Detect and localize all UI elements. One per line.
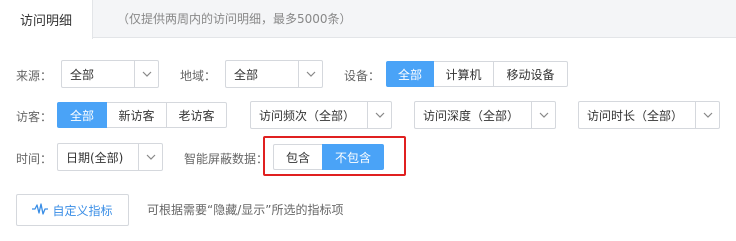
device-button-group: 全部 计算机 移动设备: [386, 61, 568, 87]
visitor-button-group: 全部 新访客 老访客: [57, 102, 227, 128]
device-label: 设备：: [344, 69, 381, 83]
chevron-down-icon: [531, 102, 555, 128]
device-computer-button[interactable]: 计算机: [433, 61, 494, 87]
time-select[interactable]: 日期(全部): [57, 143, 163, 171]
chevron-down-icon: [695, 102, 719, 128]
depth-select-value: 访问深度（全部）: [423, 108, 520, 123]
chevron-down-icon: [298, 61, 322, 87]
shield-exclude-button[interactable]: 不包含: [322, 144, 384, 170]
time-label: 时间：: [16, 152, 53, 166]
tab-visit-details[interactable]: 访问明细: [0, 0, 93, 39]
time-select-value: 日期(全部): [66, 150, 124, 165]
waveform-icon: [32, 202, 49, 218]
region-label: 地域：: [180, 69, 217, 83]
source-select[interactable]: 全部: [61, 60, 159, 88]
source-label: 来源：: [16, 69, 53, 83]
device-all-button[interactable]: 全部: [386, 61, 434, 87]
chevron-down-icon: [134, 61, 158, 87]
region-select-value: 全部: [234, 67, 259, 82]
frequency-select[interactable]: 访问频次（全部）: [250, 101, 392, 129]
frequency-select-value: 访问频次（全部）: [259, 108, 356, 123]
chevron-down-icon: [138, 144, 162, 170]
visitor-label: 访客：: [16, 110, 53, 124]
custom-metrics-button[interactable]: 自定义指标: [16, 194, 129, 226]
shield-label: 智能屏蔽数据：: [184, 152, 269, 166]
tab-label: 访问明细: [19, 14, 72, 29]
custom-metrics-label: 自定义指标: [52, 203, 113, 218]
duration-select[interactable]: 访问时长（全部）: [578, 101, 720, 129]
chevron-down-icon: [367, 102, 391, 128]
region-select[interactable]: 全部: [225, 60, 323, 88]
header-bar: 访问明细 （仅提供两周内的访问明细，最多5000条）: [0, 0, 736, 39]
duration-select-value: 访问时长（全部）: [587, 108, 684, 123]
visitor-all-button[interactable]: 全部: [57, 102, 107, 128]
depth-select[interactable]: 访问深度（全部）: [414, 101, 556, 129]
visitor-new-button[interactable]: 新访客: [106, 102, 167, 128]
visitor-returning-button[interactable]: 老访客: [166, 102, 227, 128]
custom-metrics-hint: 可根据需要“隐藏/显示”所选的指标项: [147, 203, 344, 217]
header-note: （仅提供两周内的访问明细，最多5000条）: [117, 12, 352, 26]
device-mobile-button[interactable]: 移动设备: [493, 61, 568, 87]
source-select-value: 全部: [70, 67, 95, 82]
